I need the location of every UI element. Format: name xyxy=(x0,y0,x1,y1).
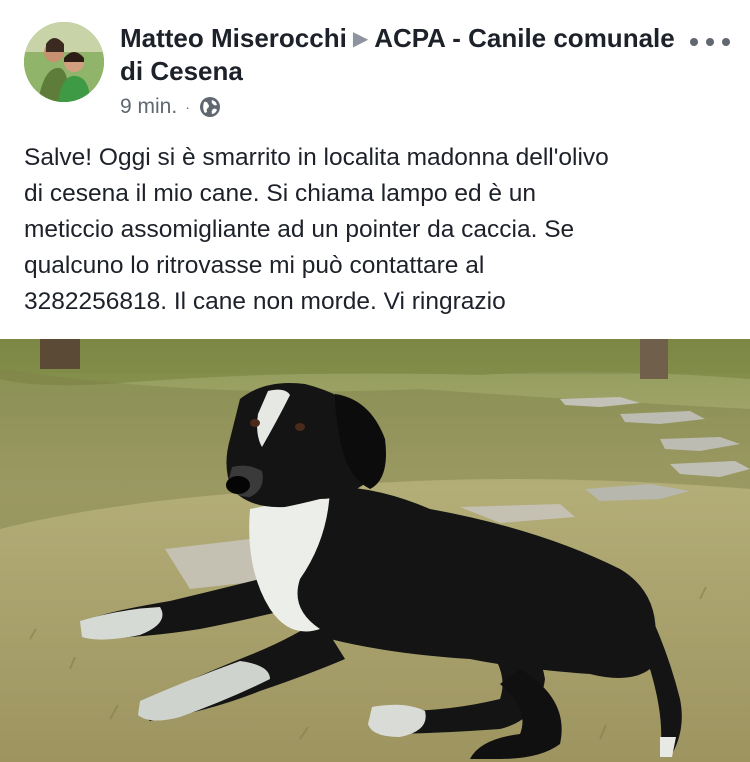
author-name[interactable]: Matteo Miserocchi xyxy=(120,23,347,53)
meta-separator: · xyxy=(185,99,190,115)
more-dot xyxy=(690,38,698,46)
more-options-icon[interactable] xyxy=(690,30,730,54)
shared-to-arrow-icon: ▶ xyxy=(352,28,369,50)
black-and-white-dog-photo xyxy=(0,339,750,762)
post-message: Salve! Oggi si è smarrito in localita ma… xyxy=(24,144,609,315)
post-photo[interactable] xyxy=(0,339,750,762)
avatar-image xyxy=(24,22,104,102)
author-avatar[interactable] xyxy=(24,22,104,102)
post-header: Matteo Miserocchi ▶ ACPA - Canile comunale… xyxy=(120,22,680,121)
more-dot xyxy=(706,38,714,46)
globe-icon[interactable] xyxy=(198,95,222,119)
more-dot xyxy=(722,38,730,46)
post-timestamp[interactable]: 9 min. xyxy=(120,95,177,119)
facebook-post: Matteo Miserocchi ▶ ACPA - Canile comunale… xyxy=(0,0,750,762)
post-title: Matteo Miserocchi ▶ ACPA - Canile comunale… xyxy=(120,22,680,87)
post-meta: 9 min. · xyxy=(120,93,680,121)
